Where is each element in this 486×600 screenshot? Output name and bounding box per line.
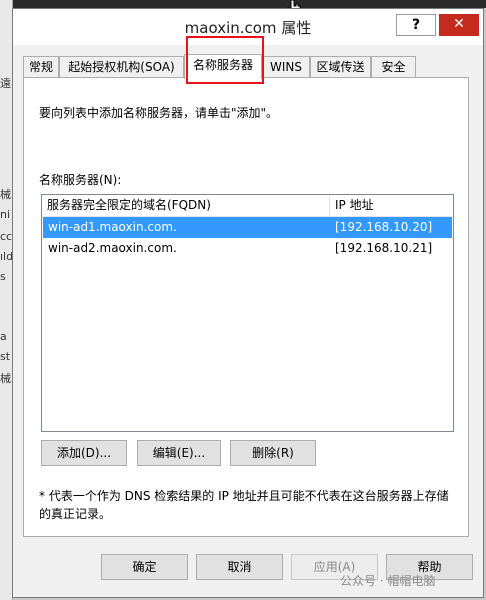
column-header-ip[interactable]: IP 地址: [330, 195, 454, 216]
ip-cell: [192.168.10.20]: [335, 220, 433, 234]
name-servers-list[interactable]: 服务器完全限定的域名(FQDN) IP 地址 win-ad1.maoxin.co…: [41, 194, 454, 432]
note-text: * 代表一个作为 DNS 检索结果的 IP 地址并且可能不代表在这台服务器上存储…: [39, 489, 449, 521]
background-text: 械: [0, 372, 11, 385]
tab-security[interactable]: 安全: [371, 56, 416, 77]
background-text: st: [0, 350, 11, 363]
fqdn-cell: win-ad2.maoxin.com.: [48, 241, 177, 255]
ok-button[interactable]: 确定: [101, 554, 188, 580]
remove-button[interactable]: 删除(R): [230, 440, 316, 466]
edit-button[interactable]: 编辑(E)...: [137, 440, 221, 466]
tab-name-servers[interactable]: 名称服务器: [184, 54, 262, 79]
table-row[interactable]: win-ad1.maoxin.com. [192.168.10.20]: [43, 217, 452, 238]
instruction-text: 要向列表中添加名称服务器，请单击"添加"。: [39, 106, 279, 120]
help-button[interactable]: ?: [396, 14, 436, 36]
tab-soa[interactable]: 起始授权机构(SOA): [59, 56, 184, 77]
table-row[interactable]: win-ad2.maoxin.com. [192.168.10.21]: [43, 238, 452, 259]
background-text: cc: [0, 230, 13, 243]
tab-general[interactable]: 常规: [23, 56, 59, 77]
background-text: 械: [0, 188, 11, 201]
close-button[interactable]: ✕: [439, 14, 479, 36]
background-text: a: [0, 330, 7, 343]
name-servers-label: 名称服务器(N):: [39, 173, 122, 187]
title-bar[interactable]: maoxin.com 属性 ? ✕: [13, 9, 483, 45]
background-text: 遠: [0, 77, 11, 90]
tab-zone-transfers[interactable]: 区域传送: [310, 56, 371, 77]
cancel-button[interactable]: 取消: [196, 554, 283, 580]
column-header-fqdn[interactable]: 服务器完全限定的域名(FQDN): [42, 195, 330, 216]
fqdn-cell: win-ad1.maoxin.com.: [48, 220, 177, 234]
background-text: s: [0, 270, 6, 283]
list-header: 服务器完全限定的域名(FQDN) IP 地址: [42, 195, 453, 217]
watermark-text: 公众号 · 帽帽电脑: [340, 574, 436, 588]
name-servers-panel: 要向列表中添加名称服务器，请单击"添加"。 名称服务器(N): 服务器完全限定的…: [23, 77, 469, 537]
tab-wins[interactable]: WINS: [262, 56, 310, 77]
background-text: ni: [0, 208, 11, 221]
ip-cell: [192.168.10.21]: [335, 241, 433, 255]
background-top-strip: [12, 0, 486, 8]
add-button[interactable]: 添加(D)...: [41, 440, 127, 466]
properties-dialog: maoxin.com 属性 ? ✕ 常规 起始授权机构(SOA) 名称服务器 W…: [12, 8, 484, 598]
tab-strip: 常规 起始授权机构(SOA) 名称服务器 WINS 区域传送 安全: [23, 54, 483, 79]
